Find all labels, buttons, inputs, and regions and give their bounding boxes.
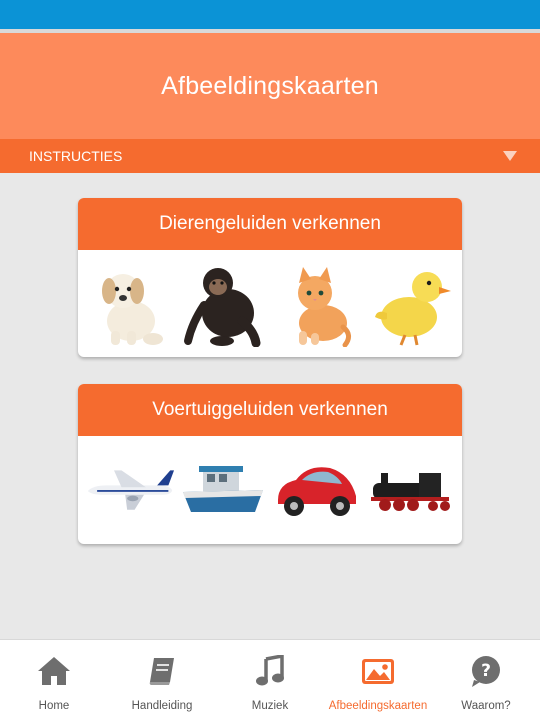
svg-text:?: ? — [481, 661, 491, 681]
instructions-label: INSTRUCTIES — [29, 148, 123, 164]
nav-label: Home — [38, 700, 70, 712]
status-bar — [0, 0, 540, 29]
bottom-navigation: Home Handleiding Muziek Afbeeldingskaart… — [0, 639, 540, 720]
page-title: Afbeeldingskaarten — [161, 71, 379, 100]
image-icon — [361, 654, 395, 688]
chimpanzee-image — [178, 256, 268, 352]
nav-label: Afbeeldingskaarten — [328, 700, 428, 712]
instructions-toggle[interactable]: INSTRUCTIES — [0, 139, 540, 173]
nav-manual[interactable]: Handleiding — [108, 640, 216, 720]
duckling-image — [366, 256, 456, 352]
nav-image-cards[interactable]: Afbeeldingskaarten — [324, 640, 432, 720]
nav-label: Muziek — [251, 700, 289, 712]
nav-home[interactable]: Home — [0, 640, 108, 720]
nav-label: Handleiding — [131, 700, 193, 712]
nav-why[interactable]: ? Waarom? — [432, 640, 540, 720]
card-header: Dierengeluiden verkennen — [78, 198, 462, 250]
puppy-image — [84, 256, 174, 352]
nav-label: Waarom? — [461, 700, 511, 712]
book-icon — [147, 654, 177, 688]
card-title: Voertuiggeluiden verkennen — [152, 399, 388, 420]
nav-music[interactable]: Muziek — [216, 640, 324, 720]
app-header: Afbeeldingskaarten — [0, 33, 540, 139]
triangle-down-icon — [503, 151, 517, 161]
kitten-image — [272, 256, 362, 352]
question-icon: ? — [469, 654, 503, 688]
card-image-row — [78, 250, 462, 357]
home-icon — [37, 654, 71, 688]
vehicle-sounds-card[interactable]: Voertuiggeluiden verkennen — [78, 384, 462, 544]
card-title: Dierengeluiden verkennen — [159, 213, 381, 234]
animal-sounds-card[interactable]: Dierengeluiden verkennen — [78, 198, 462, 357]
card-image-row — [78, 436, 462, 543]
card-header: Voertuiggeluiden verkennen — [78, 384, 462, 436]
music-note-icon — [256, 654, 284, 688]
boat-image — [178, 442, 268, 538]
steam-locomotive-image — [366, 442, 456, 538]
red-beetle-car-image — [272, 442, 362, 538]
airplane-image — [84, 442, 174, 538]
